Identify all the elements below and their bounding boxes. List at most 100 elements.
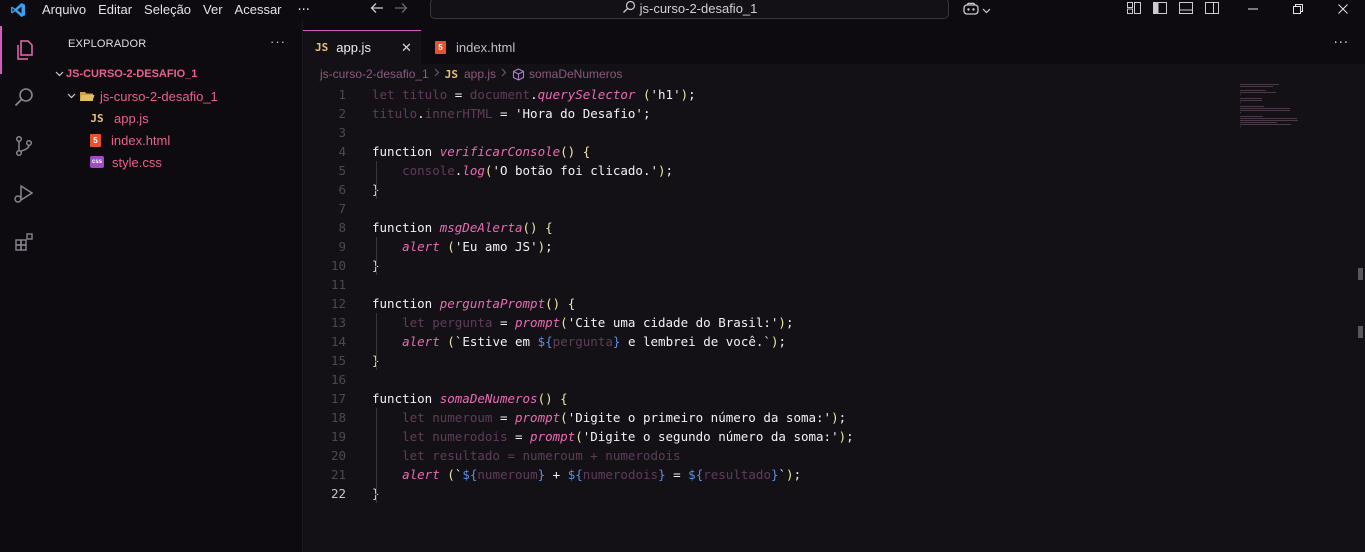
code-token: }: [770, 467, 779, 482]
code-line[interactable]: 4 function verificarConsole() {: [303, 142, 1303, 161]
command-center-search[interactable]: js-curso-2-desafio_1: [430, 0, 949, 19]
code-line[interactable]: 1 let titulo = document.querySelector ('h…: [303, 85, 1303, 104]
tree-root-folder[interactable]: JS-CURSO-2-DESAFIO_1: [52, 63, 197, 85]
toggle-primary-sidebar-icon[interactable]: [1152, 1, 1168, 19]
scrollbar-marker[interactable]: [1358, 268, 1363, 280]
restore-icon[interactable]: [1275, 3, 1320, 18]
code-line[interactable]: 13 let pergunta = prompt('Cite uma cidad…: [303, 313, 1303, 332]
line-number: 20: [330, 448, 346, 463]
tab-app-js[interactable]: JS app.js ✕: [303, 30, 421, 64]
code-line[interactable]: 11: [303, 275, 1303, 294]
code-token: ;: [793, 467, 802, 482]
code-token: log: [462, 163, 485, 178]
run-debug-icon[interactable]: [0, 170, 48, 218]
code-token: prompt: [515, 410, 561, 425]
line-number: 9: [338, 239, 346, 254]
extensions-icon[interactable]: [0, 218, 48, 266]
menu-selecao[interactable]: Seleção: [138, 0, 197, 20]
code-line[interactable]: 18 let numeroum = prompt('Digite o prime…: [303, 408, 1303, 427]
code-line[interactable]: 20 let resultado = numeroum + numerodois: [303, 446, 1303, 465]
line-number: 12: [330, 296, 346, 311]
source-control-icon[interactable]: [0, 122, 48, 170]
menu-more-button[interactable]: ···: [288, 3, 320, 18]
code-token: (: [447, 239, 455, 254]
tree-folder[interactable]: js-curso-2-desafio_1: [64, 85, 218, 107]
code-line[interactable]: 10}: [303, 256, 1303, 275]
explorer-more-button[interactable]: ···: [270, 34, 286, 49]
code-line[interactable]: 16: [303, 370, 1303, 389]
menu-acessar[interactable]: Acessar: [229, 0, 288, 20]
minimap-line: [1240, 102, 1241, 103]
toggle-secondary-sidebar-icon[interactable]: [1204, 1, 1220, 19]
code-token: 'Hora do Desafio': [515, 106, 643, 121]
search-view-icon[interactable]: [0, 74, 48, 122]
code-token: ): [831, 410, 839, 425]
code-token: .: [530, 87, 538, 102]
code-token: (: [447, 467, 455, 482]
minimap[interactable]: [1238, 84, 1308, 134]
explorer-icon[interactable]: [0, 26, 48, 74]
chevron-right-icon: [434, 68, 440, 80]
line-number: 1: [338, 87, 346, 102]
code-line[interactable]: 9 alert ('Eu amo JS');: [303, 237, 1303, 256]
customize-layout-icon[interactable]: [1126, 1, 1142, 19]
line-number: 13: [330, 315, 346, 330]
tree-file-app-js[interactable]: JS app.js: [88, 107, 148, 129]
code-line[interactable]: 2 titulo.innerHTML = 'Hora do Desafio';: [303, 104, 1303, 123]
breadcrumb-symbol[interactable]: somaDeNumeros: [529, 67, 622, 81]
minimap-line: [1240, 120, 1298, 121]
tree-file-index-html[interactable]: 5 index.html: [90, 129, 170, 151]
toggle-panel-icon[interactable]: [1178, 1, 1194, 19]
code-token: ;: [688, 87, 696, 102]
code-line[interactable]: 19 let numerodois = prompt('Digite o seg…: [303, 427, 1303, 446]
minimap-line: [1240, 122, 1277, 123]
breadcrumb-folder[interactable]: js-curso-2-desafio_1: [320, 67, 429, 81]
editor-more-button[interactable]: ···: [1334, 36, 1349, 51]
code-line[interactable]: 6}: [303, 180, 1303, 199]
code-line[interactable]: 12 function perguntaPrompt() {: [303, 294, 1303, 313]
navigation-arrows: [370, 0, 408, 20]
code-line[interactable]: 8 function msgDeAlerta() {: [303, 218, 1303, 237]
code-editor[interactable]: 1 let titulo = document.querySelector ('h…: [303, 84, 1365, 552]
code-text: alert (`${numeroum} + ${numerodois} = ${…: [372, 465, 801, 484]
close-icon[interactable]: ✕: [401, 40, 412, 56]
minimize-icon[interactable]: [1230, 3, 1275, 18]
code-token: alert: [402, 467, 440, 482]
code-line[interactable]: 3: [303, 123, 1303, 142]
code-line[interactable]: 5 console.log('O botão foi clicado.');: [303, 161, 1303, 180]
code-token: let pergunta: [402, 315, 493, 330]
code-line[interactable]: 22}: [303, 484, 1303, 503]
line-number: 16: [330, 372, 346, 387]
code-token: (: [575, 429, 583, 444]
code-line[interactable]: 15}: [303, 351, 1303, 370]
code-token: +: [545, 467, 568, 482]
code-token: prompt: [530, 429, 576, 444]
minimap-line: [1240, 86, 1274, 87]
tree-file-style-css[interactable]: css style.css: [90, 151, 162, 173]
code-token: (: [560, 410, 568, 425]
back-arrow-icon[interactable]: [370, 2, 384, 18]
scrollbar-marker[interactable]: [1358, 326, 1363, 338]
close-window-icon[interactable]: [1320, 3, 1365, 18]
copilot-menu[interactable]: [962, 0, 991, 20]
menu-ver[interactable]: Ver: [197, 0, 229, 20]
code-token: ;: [846, 429, 854, 444]
code-line[interactable]: 7: [303, 199, 1303, 218]
code-token: `Estive em: [454, 334, 538, 349]
menu-editar[interactable]: Editar: [92, 0, 138, 20]
code-token: msgDeAlerta: [439, 220, 523, 235]
forward-arrow-icon[interactable]: [394, 2, 408, 18]
code-token: ;: [545, 239, 553, 254]
menu-arquivo[interactable]: Arquivo: [36, 0, 92, 20]
code-token: verificarConsole: [439, 144, 561, 159]
file-label: style.css: [112, 154, 162, 170]
line-number: 14: [330, 334, 346, 349]
code-line[interactable]: 17 function somaDeNumeros() {: [303, 389, 1303, 408]
code-line[interactable]: 14 alert (`Estive em ${pergunta} e lembr…: [303, 332, 1303, 351]
indent-guide: [376, 161, 377, 199]
breadcrumb-file[interactable]: app.js: [464, 67, 496, 81]
code-line[interactable]: 21 alert (`${numeroum} + ${numerodois} =…: [303, 465, 1303, 484]
code-text: console.log('O botão foi clicado.');: [372, 161, 673, 180]
minimap-line: [1240, 84, 1279, 85]
tab-index-html[interactable]: 5 index.html: [423, 30, 541, 64]
